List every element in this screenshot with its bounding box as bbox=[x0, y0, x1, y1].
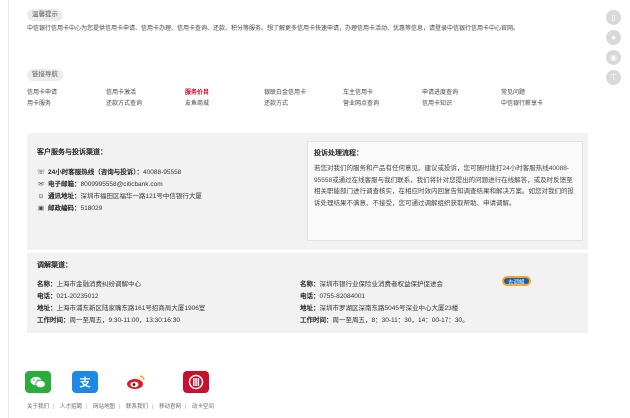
nav-link-price[interactable]: 服务价目 bbox=[185, 87, 209, 96]
headset-icon: ☏ bbox=[37, 169, 46, 176]
postbox-icon: ▣ bbox=[37, 205, 45, 212]
weibo-side-icon[interactable]: ◉ bbox=[606, 50, 621, 65]
mail-icon: ✉ bbox=[38, 181, 44, 188]
nav-link-apply[interactable]: 信用卡申请 bbox=[27, 87, 57, 96]
med-right-addr: 地址：深圳市罗湖区深南东路5045号深业中心大厦23楼 bbox=[300, 305, 459, 312]
nav-link-knowledge[interactable]: 信用卡知识 bbox=[422, 98, 452, 107]
footer-link-contact[interactable]: 联系我们 bbox=[126, 404, 148, 410]
nav-link-car-card[interactable]: 车主信用卡 bbox=[343, 87, 373, 96]
mediation-panel: 调解渠道： 名称：上海市金融消费纠纷调解中心 电话：021-20235012 地… bbox=[27, 253, 588, 333]
chat-icon[interactable]: ● bbox=[606, 30, 621, 45]
service-panel: 客户服务与投诉渠道： ☏ 24小时客服热线（咨询与投诉）：40088-95558 … bbox=[27, 133, 588, 250]
complaint-title: 投诉处理流程： bbox=[314, 150, 363, 157]
nav-link-repay-query[interactable]: 还款方式查询 bbox=[106, 98, 142, 107]
footer-link-sitemap[interactable]: 网站地图 bbox=[93, 404, 115, 410]
nav-link-activate[interactable]: 信用卡激活 bbox=[106, 87, 136, 96]
nav-link-mall[interactable]: 友鱼商城 bbox=[185, 98, 209, 107]
top-icon[interactable]: ⊤ bbox=[606, 70, 621, 85]
zip-row: ▣ 邮政编码：518029 bbox=[37, 205, 103, 212]
mediate-button[interactable]: 去调解 bbox=[502, 276, 531, 286]
nav-link-salary-card[interactable]: 中信银行薪享卡 bbox=[501, 98, 543, 107]
med-right-hours: 工作时间：周一至周五，8：30-11：30，14：00-17：30。 bbox=[300, 317, 469, 324]
hotline-row: ☏ 24小时客服热线（咨询与投诉）：40088-95558 bbox=[37, 169, 182, 176]
notice-text: 中信银行信用卡中心为您提供信用卡申请、信用卡办理、信用卡查询、还款、积分等服务。… bbox=[27, 26, 520, 32]
weibo-icon[interactable] bbox=[123, 371, 149, 393]
address-row: ⊙ 通讯地址：深圳市福田区福华一路121号中信银行大厦 bbox=[38, 193, 202, 200]
complaint-card: 投诉处理流程： 若您对我们的服务和产品有任何意见、建议或投诉，您可随时拨打24小… bbox=[307, 141, 583, 241]
citic-logo-icon[interactable] bbox=[183, 371, 209, 393]
nav-label: 链接导航 bbox=[27, 69, 63, 81]
med-right-phone: 电话：0755-82084001 bbox=[300, 293, 366, 300]
page: 温馨提示 中信银行信用卡中心为您提供信用卡申请、信用卡办理、信用卡查询、还款、积… bbox=[0, 0, 630, 418]
footer-links: 关于我们 | 人才招聘 | 网站地图 | 联系我们 | 移动官网 | 动卡空间 bbox=[27, 404, 214, 410]
mediation-title: 调解渠道： bbox=[37, 262, 72, 269]
nav-link-platinum[interactable]: 银联白金信用卡 bbox=[264, 87, 306, 96]
nav-link-service[interactable]: 用卡服务 bbox=[27, 98, 51, 107]
nav-link-progress[interactable]: 申请进度查询 bbox=[422, 87, 458, 96]
email-row: ✉ 电子邮箱：8009995558@citicbank.com bbox=[38, 181, 163, 188]
med-left-hours: 工作时间：周一至周五，9:30-11:00，13:30:16:30 bbox=[37, 317, 180, 324]
phone-icon[interactable]: ▯ bbox=[606, 10, 621, 25]
location-icon: ⊙ bbox=[38, 193, 44, 200]
complaint-text: 若您对我们的服务和产品有任何意见、建议或投诉，您可随时拨打24小时客服热线400… bbox=[314, 165, 574, 207]
alipay-icon[interactable]: 支 bbox=[72, 371, 98, 393]
footer-link-mobile[interactable]: 移动官网 bbox=[159, 404, 181, 410]
med-left-phone: 电话：021-20235012 bbox=[37, 293, 99, 300]
footer-link-jobs[interactable]: 人才招聘 bbox=[60, 404, 82, 410]
footer-link-about[interactable]: 关于我们 bbox=[27, 404, 49, 410]
footer-link-dongka[interactable]: 动卡空间 bbox=[192, 404, 214, 410]
wechat-icon[interactable] bbox=[25, 371, 51, 393]
nav-link-faq[interactable]: 常见问题 bbox=[501, 87, 525, 96]
nav-link-repay[interactable]: 还款方式 bbox=[264, 98, 288, 107]
med-left-addr: 地址：上海市浦东新区陆家嘴东路161号招商局大厦1906室 bbox=[37, 305, 206, 312]
notice-label: 温馨提示 bbox=[27, 9, 63, 21]
service-card: 客户服务与投诉渠道： ☏ 24小时客服热线（咨询与投诉）：40088-95558 … bbox=[35, 141, 301, 241]
med-right-name: 名称：深圳市银行业保险业消费者权益保护促进会 bbox=[300, 281, 443, 288]
nav-link-branch[interactable]: 营业网点查询 bbox=[343, 98, 379, 107]
med-left-name: 名称：上海市金融消费纠纷调解中心 bbox=[37, 281, 141, 288]
left-divider bbox=[8, 0, 9, 418]
service-title: 客户服务与投诉渠道： bbox=[37, 149, 107, 156]
